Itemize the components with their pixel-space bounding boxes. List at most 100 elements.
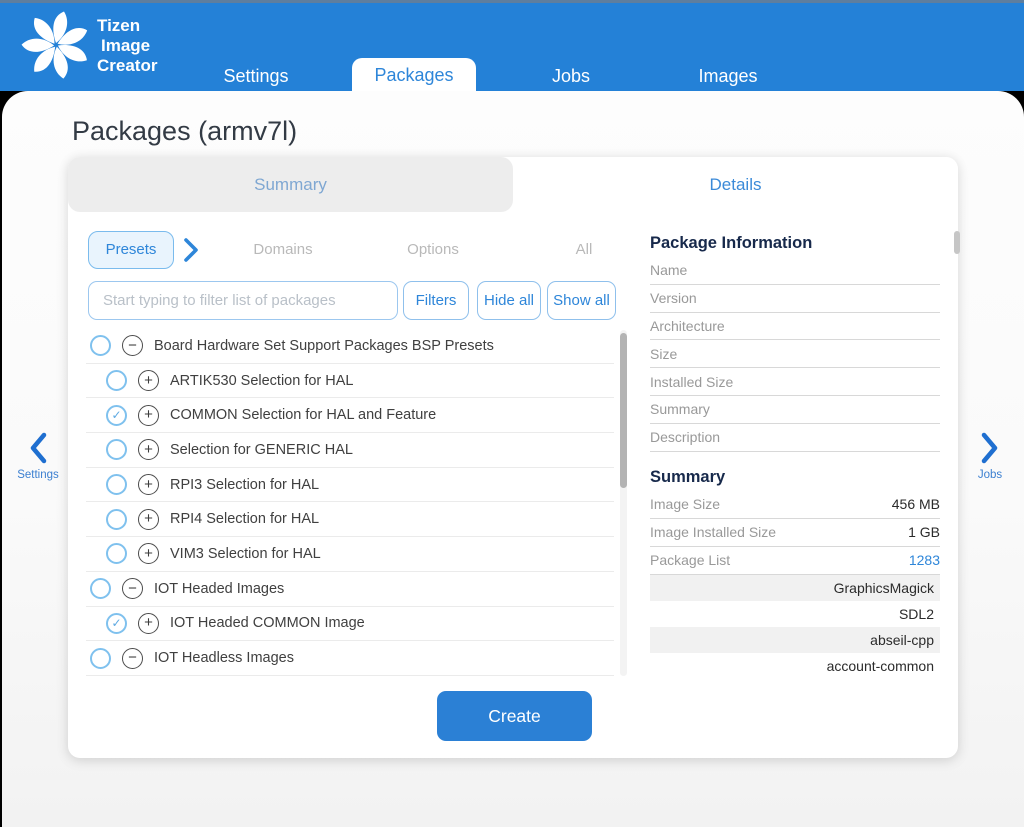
summary-kv-value: 1 GB	[908, 524, 940, 540]
tree-row[interactable]: ✓ + IOT Headed COMMON Image	[86, 607, 614, 642]
tree-row[interactable]: −IOT Headless Images	[86, 641, 614, 676]
tizen-pinwheel-logo-icon	[18, 7, 94, 83]
package-list-count-link[interactable]: 1283	[909, 552, 940, 568]
side-nav-forward-label: Jobs	[960, 469, 1020, 481]
tree-item-label: COMMON Selection for HAL and Feature	[170, 407, 436, 423]
package-info-field-label: Description	[650, 429, 720, 445]
radio-circle-icon[interactable]	[106, 509, 127, 530]
header-tab-images[interactable]: Images	[698, 61, 757, 91]
radio-circle-icon[interactable]	[90, 578, 111, 599]
mode-label-options[interactable]: Options	[407, 231, 459, 269]
tree-row[interactable]: −Board Hardware Set Support Packages BSP…	[86, 329, 614, 364]
header-tab-packages[interactable]: Packages	[352, 58, 476, 91]
side-nav-back-settings[interactable]: Settings	[8, 431, 68, 481]
tree-row[interactable]: + RPI4 Selection for HAL	[86, 502, 614, 537]
package-info-field-row: Architecture	[650, 313, 940, 341]
tree-row[interactable]: + Selection for GENERIC HAL	[86, 433, 614, 468]
header-tab-jobs[interactable]: Jobs	[552, 61, 590, 91]
tree-item-label: ARTIK530 Selection for HAL	[170, 373, 354, 389]
brand-line-1: Tizen	[97, 16, 157, 36]
packages-card: Summary Details Presets Domains Options …	[68, 157, 958, 758]
mode-chevron-right-icon	[182, 237, 200, 263]
tree-item-label: IOT Headed Images	[154, 581, 284, 597]
create-button[interactable]: Create	[437, 691, 592, 741]
package-info-field-row: Installed Size	[650, 368, 940, 396]
chevron-right-icon	[979, 431, 1001, 465]
hide-all-button[interactable]: Hide all	[477, 281, 541, 320]
package-info-field-label: Version	[650, 290, 697, 306]
app-header: Tizen Image Creator Settings Packages Jo…	[0, 0, 1024, 91]
chevron-left-icon	[27, 431, 49, 465]
package-info-field-row: Name	[650, 257, 940, 285]
panel-scrollbar-thumb[interactable]	[954, 231, 960, 254]
tree-item-label: VIM3 Selection for HAL	[170, 546, 321, 562]
tree-item-label: IOT Headed COMMON Image	[170, 615, 365, 631]
summary-heading: Summary	[650, 465, 940, 491]
package-info-field-label: Size	[650, 346, 677, 362]
tree-row[interactable]: + RPI3 Selection for HAL	[86, 468, 614, 503]
summary-kv-label: Image Size	[650, 496, 720, 512]
filters-button[interactable]: Filters	[403, 281, 469, 320]
package-info-field-label: Installed Size	[650, 374, 733, 390]
package-info-field-row: Version	[650, 285, 940, 313]
collapse-minus-icon[interactable]: −	[122, 578, 143, 599]
tree-row[interactable]: + VIM3 Selection for HAL	[86, 537, 614, 572]
radio-circle-icon[interactable]	[106, 439, 127, 460]
package-info-field-label: Name	[650, 262, 687, 278]
summary-kv-label: Image Installed Size	[650, 524, 776, 540]
radio-circle-icon[interactable]	[90, 335, 111, 356]
radio-circle-icon[interactable]	[106, 543, 127, 564]
expand-plus-icon[interactable]: +	[138, 474, 159, 495]
selected-package-list: GraphicsMagickSDL2abseil-cppaccount-comm…	[650, 575, 940, 679]
brand-line-3: Creator	[97, 56, 157, 76]
summary-rows: Image Size 456 MB Image Installed Size 1 GB…	[650, 491, 940, 575]
tree-row[interactable]: + ARTIK530 Selection for HAL	[86, 364, 614, 399]
radio-circle-icon[interactable]	[106, 370, 127, 391]
selected-package-row: account-common	[650, 653, 940, 679]
collapse-minus-icon[interactable]: −	[122, 648, 143, 669]
tree-row[interactable]: −IOT Headed Images	[86, 572, 614, 607]
page-title: Packages (armv7l)	[72, 116, 297, 147]
package-info-field-row: Summary	[650, 396, 940, 424]
brand-text: Tizen Image Creator	[97, 16, 157, 76]
mode-button-presets[interactable]: Presets	[88, 231, 174, 269]
content-tab-summary[interactable]: Summary	[68, 157, 513, 212]
checked-circle-icon[interactable]: ✓	[106, 613, 127, 634]
selected-package-row: GraphicsMagick	[650, 575, 940, 601]
tree-scrollbar-track[interactable]	[620, 330, 627, 676]
expand-plus-icon[interactable]: +	[138, 439, 159, 460]
tree-item-label: Board Hardware Set Support Packages BSP …	[154, 338, 494, 354]
expand-plus-icon[interactable]: +	[138, 370, 159, 391]
package-filter-input[interactable]	[88, 281, 398, 320]
radio-circle-icon[interactable]	[90, 648, 111, 669]
summary-kv-row: Image Installed Size 1 GB	[650, 519, 940, 547]
expand-plus-icon[interactable]: +	[138, 405, 159, 426]
tree-item-label: IOT Headless Images	[154, 650, 294, 666]
show-all-button[interactable]: Show all	[547, 281, 616, 320]
tree-scrollbar-thumb[interactable]	[620, 333, 627, 488]
tree-item-label: RPI4 Selection for HAL	[170, 511, 319, 527]
package-info-field-row: Description	[650, 424, 940, 452]
package-tree: −Board Hardware Set Support Packages BSP…	[86, 329, 614, 676]
mode-label-all[interactable]: All	[576, 231, 593, 269]
content-tab-details[interactable]: Details	[513, 157, 958, 212]
window-top-strip	[0, 0, 1024, 3]
summary-kv-row: Image Size 456 MB	[650, 491, 940, 519]
header-tab-settings[interactable]: Settings	[223, 61, 288, 91]
side-nav-back-label: Settings	[8, 469, 68, 481]
summary-kv-label: Package List	[650, 552, 730, 568]
collapse-minus-icon[interactable]: −	[122, 335, 143, 356]
mode-label-domains[interactable]: Domains	[253, 231, 312, 269]
expand-plus-icon[interactable]: +	[138, 613, 159, 634]
tree-item-label: RPI3 Selection for HAL	[170, 477, 319, 493]
expand-plus-icon[interactable]: +	[138, 509, 159, 530]
tree-item-label: Selection for GENERIC HAL	[170, 442, 353, 458]
radio-circle-icon[interactable]	[106, 474, 127, 495]
selected-package-row: abseil-cpp	[650, 627, 940, 653]
expand-plus-icon[interactable]: +	[138, 543, 159, 564]
tree-row[interactable]: ✓ + COMMON Selection for HAL and Feature	[86, 398, 614, 433]
checked-circle-icon[interactable]: ✓	[106, 405, 127, 426]
main-sheet: Packages (armv7l) Settings Jobs Summary …	[2, 91, 1024, 827]
side-nav-forward-jobs[interactable]: Jobs	[960, 431, 1020, 481]
summary-kv-value: 456 MB	[892, 496, 940, 512]
